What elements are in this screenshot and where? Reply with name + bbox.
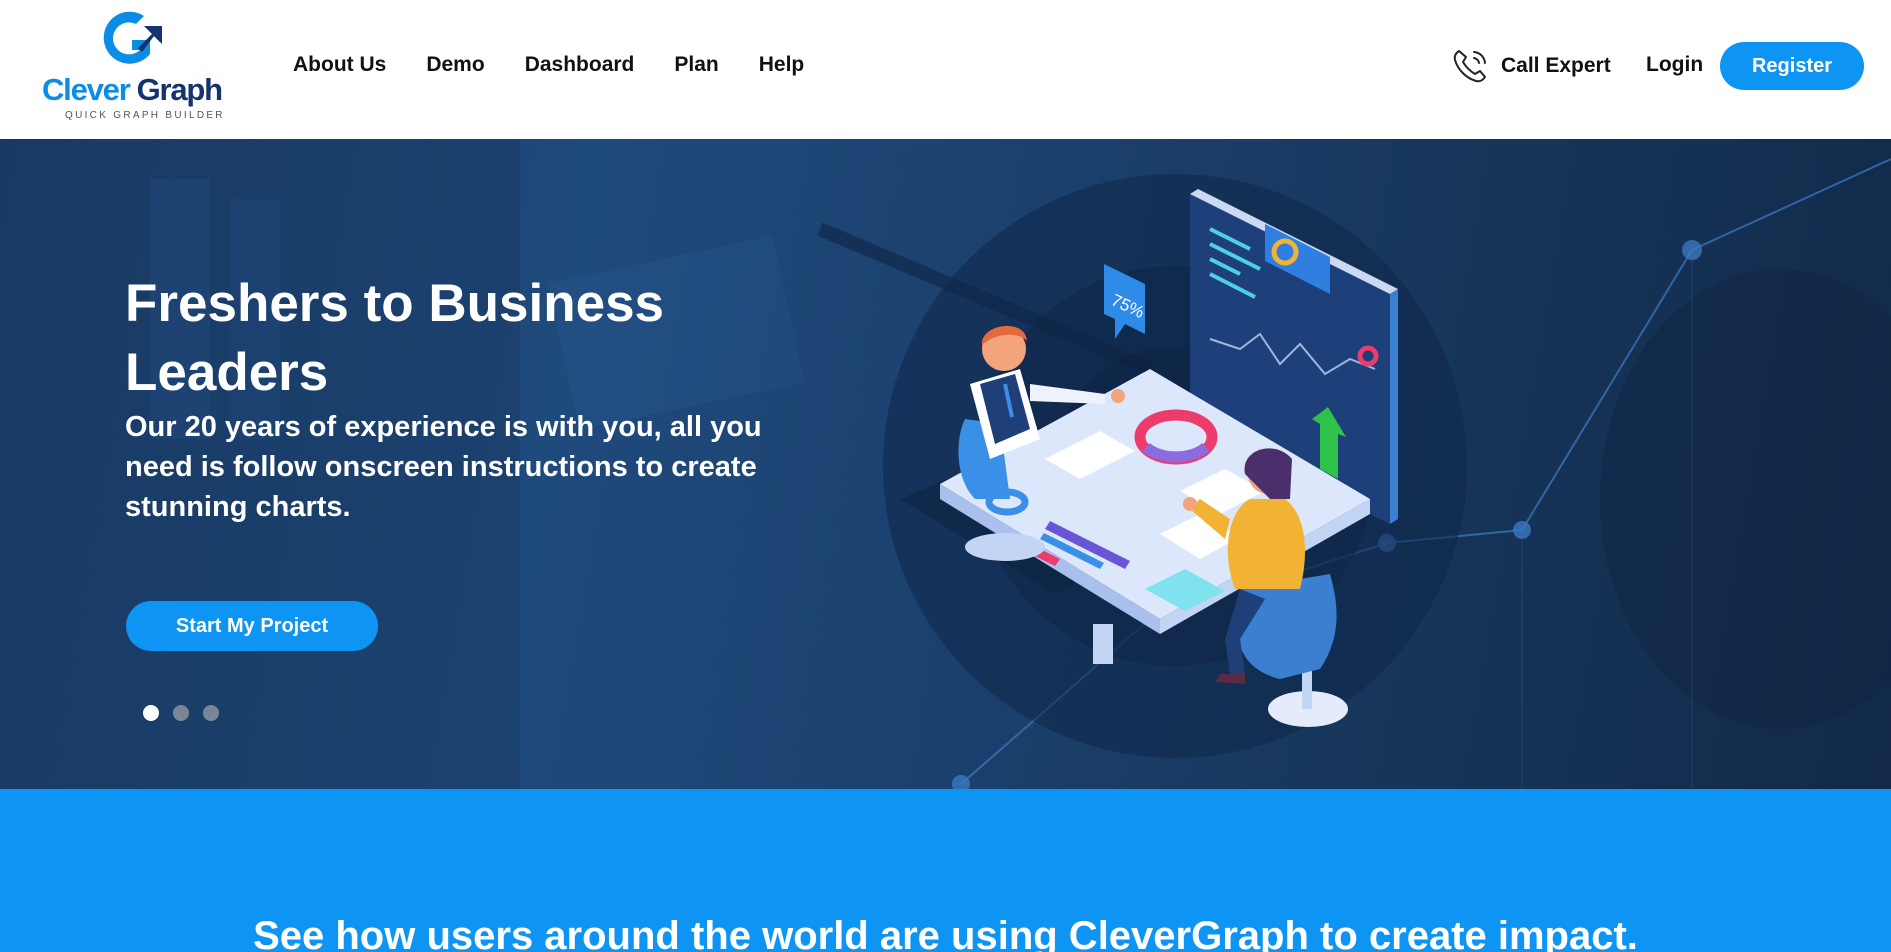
call-expert-label: Call Expert [1501, 54, 1611, 77]
logo-g-icon [103, 11, 162, 64]
logo-wordmark: Clever Graph [42, 72, 224, 108]
carousel-dot-1[interactable] [143, 705, 159, 721]
start-project-button[interactable]: Start My Project [126, 601, 378, 651]
logo-word-clever: Clever [42, 72, 131, 107]
logo-tagline: QUICK GRAPH BUILDER [65, 110, 225, 121]
team-meeting-illustration: 75% [900, 189, 1398, 727]
nav-about-us[interactable]: About Us [293, 53, 386, 77]
call-expert-link[interactable]: Call Expert [1450, 46, 1611, 86]
nav-demo[interactable]: Demo [426, 53, 484, 77]
main-nav: About Us Demo Dashboard Plan Help [293, 53, 844, 77]
clevergraph-logo[interactable]: Clever Graph QUICK GRAPH BUILDER [40, 10, 230, 125]
hero-title: Freshers to Business Leaders [125, 274, 665, 402]
carousel-dot-3[interactable] [203, 705, 219, 721]
nav-dashboard[interactable]: Dashboard [525, 53, 635, 77]
nav-plan[interactable]: Plan [674, 53, 718, 77]
carousel-dot-2[interactable] [173, 705, 189, 721]
carousel-dots [143, 705, 219, 721]
hero-banner: Freshers to Business Leaders Our 20 year… [0, 139, 1891, 789]
nav-help[interactable]: Help [759, 53, 805, 77]
site-header: Clever Graph QUICK GRAPH BUILDER About Us… [0, 0, 1891, 139]
login-link[interactable]: Login [1646, 53, 1703, 77]
impact-section: See how users around the world are using… [0, 789, 1891, 952]
register-button[interactable]: Register [1720, 42, 1864, 90]
hero-subtitle: Our 20 years of experience is with you, … [125, 411, 762, 523]
logo-word-graph: Graph [136, 72, 224, 107]
phone-icon [1453, 50, 1486, 83]
impact-title: See how users around the world are using… [253, 914, 1638, 952]
